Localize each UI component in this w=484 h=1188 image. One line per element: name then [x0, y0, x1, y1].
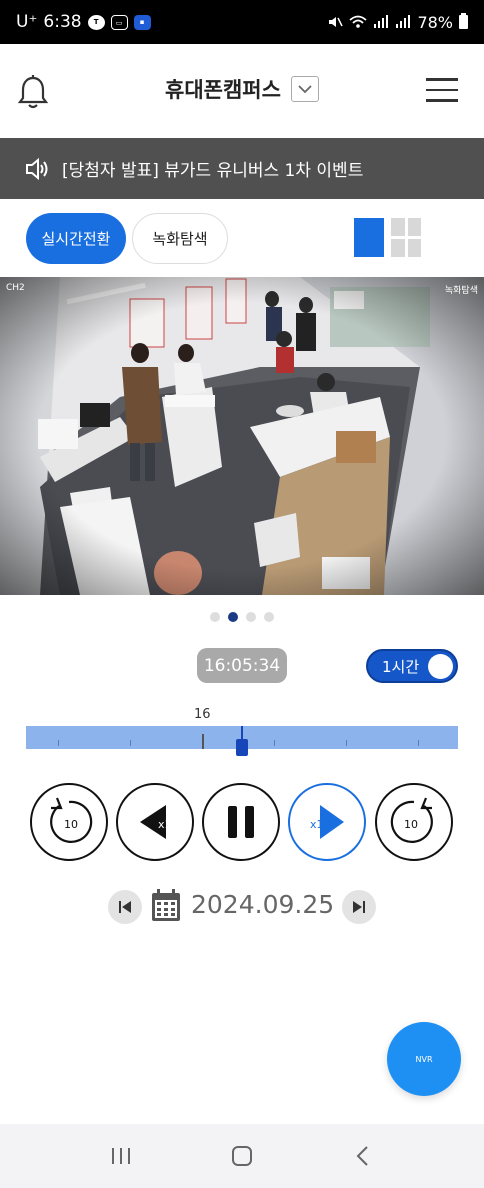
live-view-button[interactable]: 실시간전환 [26, 213, 126, 264]
calendar-icon [152, 889, 180, 921]
timeline-tick [130, 740, 131, 746]
hamburger-menu-icon-line [426, 88, 458, 91]
pause-icon [228, 806, 254, 838]
skip-next-icon [353, 901, 365, 913]
recent-apps-button[interactable] [101, 1136, 141, 1176]
timeline-tick [418, 740, 419, 746]
calendar-button[interactable] [151, 888, 181, 922]
hamburger-menu-icon [426, 78, 458, 81]
slow-speed-label: x1 [158, 818, 172, 831]
home-button[interactable] [222, 1136, 262, 1176]
fab-label: NVR [415, 1054, 433, 1064]
timeline-tick [58, 740, 59, 746]
camera-scene-image [0, 277, 484, 595]
slow-play-button[interactable]: x1 [116, 783, 194, 861]
time-range-toggle[interactable]: 1시간 [366, 649, 458, 683]
time-range-label: 1시간 [382, 657, 420, 676]
grid-cell [407, 239, 421, 257]
carrier-label: U⁺ [16, 12, 38, 32]
nvr-floating-button[interactable]: NVR [387, 1022, 461, 1096]
previous-day-button[interactable] [108, 890, 142, 924]
notice-text: [당첨자 발표] 뷰가드 유니버스 1차 이벤트 [62, 161, 364, 181]
system-nav-bar [0, 1124, 484, 1188]
timeline-handle-knob [236, 739, 248, 756]
date-selector: 2024.09.25 [0, 886, 484, 926]
kakaotalk-icon: T [87, 14, 105, 30]
app-badge-icon: ▪ [133, 14, 151, 30]
camera-pager [0, 612, 484, 622]
pager-dot-active[interactable] [228, 612, 238, 622]
grid-cell [407, 218, 421, 236]
timeline-tick [274, 740, 275, 746]
skip-previous-icon [119, 901, 131, 913]
timeline-hour-marker [202, 734, 204, 749]
clock: 6:38 [43, 12, 82, 32]
timeline-hour-label: 16 [194, 707, 211, 722]
mute-icon [329, 17, 344, 27]
next-day-button[interactable] [342, 890, 376, 924]
timeline-handle[interactable] [236, 726, 248, 757]
home-icon [231, 1146, 252, 1166]
pause-button[interactable] [202, 783, 280, 861]
hamburger-menu-icon-line [426, 99, 458, 102]
back-button[interactable] [343, 1136, 383, 1176]
forward-seconds-label: 10 [404, 818, 418, 831]
grid-view-layout-button[interactable] [391, 218, 421, 257]
pager-dot[interactable] [264, 612, 274, 622]
rewind-seconds-label: 10 [64, 818, 78, 831]
timeline-tick [346, 740, 347, 746]
notice-banner[interactable]: [당첨자 발표] 뷰가드 유니버스 1차 이벤트 [0, 138, 484, 199]
playback-time-display: 16:05:34 [197, 648, 287, 683]
app-header: 휴대폰캠퍼스 [0, 44, 484, 138]
speaker-icon [26, 157, 48, 180]
forward-10-button[interactable]: 10 [375, 783, 453, 861]
camera-overlay-label: 녹화탐색 [444, 286, 478, 296]
title-dropdown-button[interactable] [290, 76, 319, 102]
recording-search-button[interactable]: 녹화탐색 [132, 213, 228, 264]
battery-icon [459, 13, 468, 29]
chevron-down-icon [298, 84, 312, 93]
status-bar: U⁺ 6:38 T ▭ ▪ 78% [0, 0, 484, 44]
signal-icon-2 [396, 15, 411, 28]
fast-play-button[interactable]: x1 [288, 783, 366, 861]
title-selector[interactable]: 휴대폰캠퍼스 [0, 74, 484, 104]
menu-button[interactable] [426, 78, 458, 104]
back-icon [356, 1146, 369, 1166]
page-title: 휴대폰캠퍼스 [165, 78, 281, 102]
single-view-layout-button[interactable] [354, 218, 384, 257]
grid-cell [391, 239, 405, 257]
channel-label: CH2 [6, 283, 25, 293]
grid-cell [391, 218, 405, 236]
pager-dot[interactable] [210, 612, 220, 622]
signal-icon [374, 15, 389, 28]
toggle-knob [428, 654, 453, 679]
timeline-handle-stem [241, 726, 243, 740]
pager-dot[interactable] [246, 612, 256, 622]
rewind-10-button[interactable]: 10 [30, 783, 108, 861]
cctv-icon: ▭ [110, 14, 128, 30]
selected-date[interactable]: 2024.09.25 [191, 890, 334, 919]
mode-toggle-row: 실시간전환 녹화탐색 [0, 199, 484, 277]
wifi-icon [349, 15, 368, 28]
fast-speed-label: x1 [310, 818, 324, 831]
camera-feed[interactable]: CH2 녹화탐색 [0, 277, 484, 595]
battery-percent: 78% [417, 12, 453, 32]
recent-apps-icon [111, 1148, 130, 1164]
